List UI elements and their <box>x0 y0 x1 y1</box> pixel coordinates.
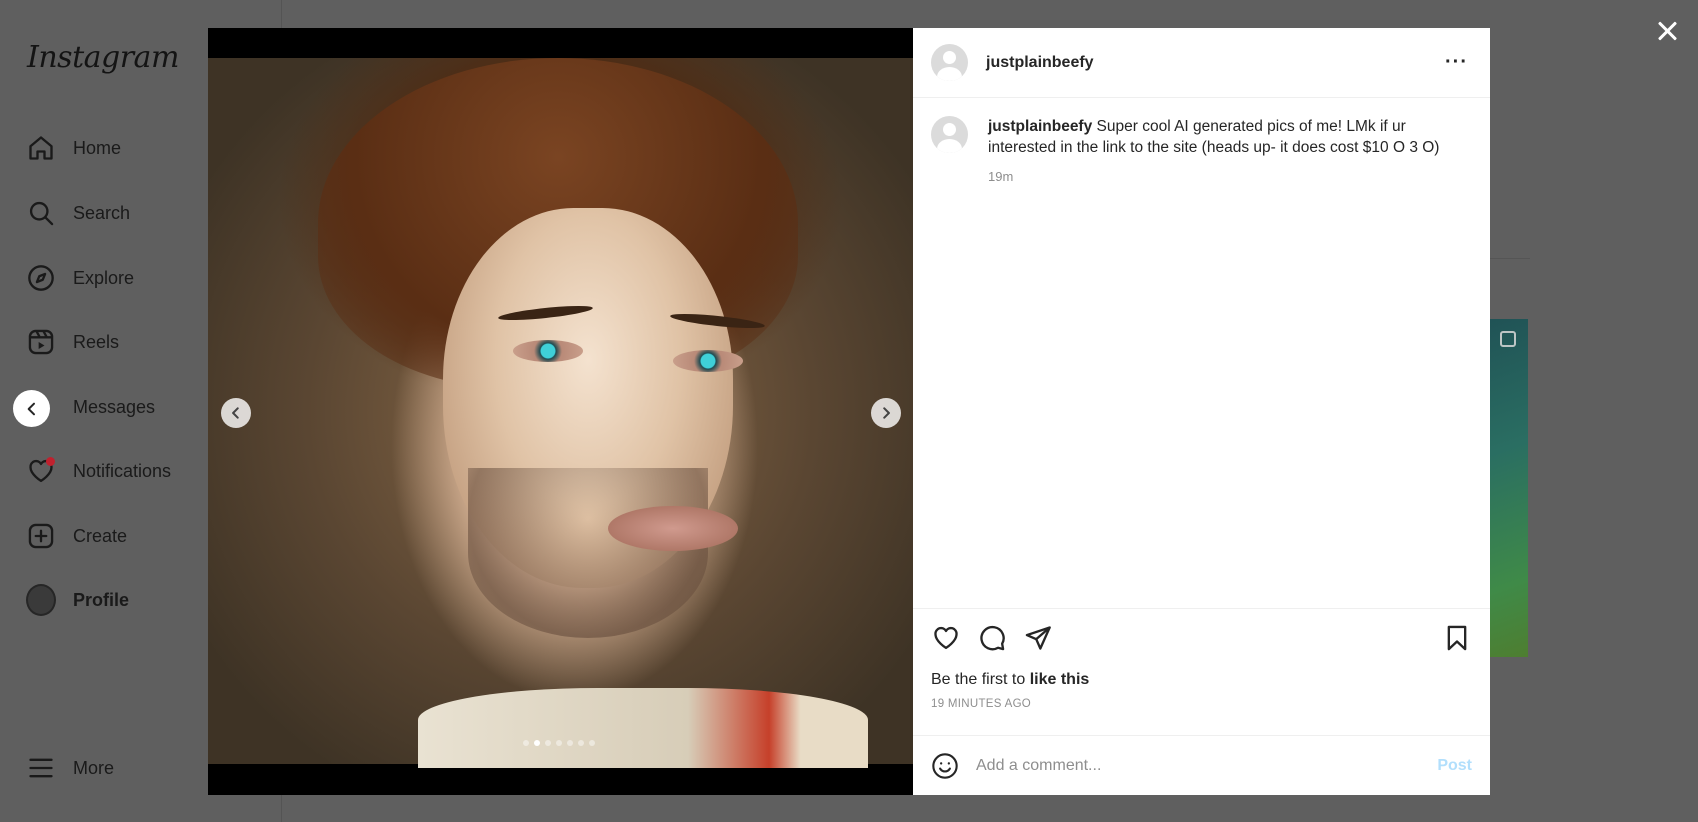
sidebar-item-label: More <box>73 757 115 778</box>
carousel-dot <box>545 740 551 746</box>
sidebar-item-reels[interactable]: Reels <box>26 322 119 362</box>
caption-time: 19m <box>988 169 1014 184</box>
image-eye-left <box>513 340 583 362</box>
caption-body: justplainbeefy Super cool AI generated p… <box>988 116 1458 187</box>
sidebar-item-search[interactable]: Search <box>26 193 130 233</box>
chevron-left-icon <box>27 402 35 415</box>
profile-avatar-wrap <box>26 584 56 616</box>
carousel-dot <box>567 740 573 746</box>
close-icon[interactable] <box>1652 16 1682 46</box>
sidebar-item-label: Create <box>73 525 128 546</box>
reels-icon <box>26 327 56 357</box>
sidebar-item-explore[interactable]: Explore <box>26 258 134 298</box>
sidebar-item-label: Search <box>73 202 131 223</box>
heart-icon <box>934 626 958 650</box>
carousel-dot <box>589 740 595 746</box>
comment-box: Post <box>913 735 1490 795</box>
plus-square-icon <box>26 521 56 551</box>
carousel-stack-icon <box>1500 331 1516 347</box>
carousel-prev-button[interactable] <box>221 398 251 428</box>
post-modal: justplainbeefy ··· justplainbeefy Super … <box>208 28 1490 795</box>
carousel-dot <box>534 740 540 746</box>
carousel-next-button[interactable] <box>871 398 901 428</box>
sidebar-item-label: Reels <box>73 331 120 352</box>
sidebar-item-label: Messages <box>73 396 156 417</box>
more-options-icon[interactable]: ··· <box>1441 47 1472 78</box>
sidebar-item-label: Profile <box>73 589 130 610</box>
post-caption: justplainbeefy Super cool AI generated p… <box>913 98 1490 187</box>
save-button[interactable] <box>1442 623 1472 653</box>
post-timestamp: 19 MINUTES AGO <box>931 698 1032 710</box>
menu-icon <box>26 753 56 783</box>
post-media <box>208 28 913 795</box>
sidebar-item-profile[interactable]: Profile <box>26 580 129 620</box>
likes-summary: Be the first to like this <box>931 671 1472 689</box>
sidebar-item-label: Home <box>73 137 122 158</box>
carousel-dot <box>578 740 584 746</box>
chevron-left-icon <box>232 407 239 419</box>
avatar[interactable] <box>931 44 968 81</box>
notification-dot <box>46 457 55 466</box>
sidebar-item-more[interactable]: More <box>26 748 114 788</box>
likes-prefix: Be the first to <box>931 671 1026 688</box>
post-image <box>208 58 913 768</box>
compass-icon <box>26 263 56 293</box>
home-icon <box>26 133 56 163</box>
sidebar-item-notifications[interactable]: Notifications <box>26 451 171 491</box>
image-beard <box>468 468 708 638</box>
post-username[interactable]: justplainbeefy <box>986 54 1094 72</box>
search-icon <box>26 198 56 228</box>
previous-post-button[interactable] <box>13 390 50 427</box>
post-actions: Be the first to like this 19 MINUTES AGO <box>913 608 1490 710</box>
image-lips <box>608 506 738 551</box>
post-details-panel: justplainbeefy ··· justplainbeefy Super … <box>913 28 1490 795</box>
comment-icon <box>980 625 1005 651</box>
sidebar-item-create[interactable]: Create <box>26 516 127 556</box>
share-icon <box>1025 626 1051 650</box>
sidebar-item-label: Explore <box>73 267 135 288</box>
heart-icon <box>26 456 56 486</box>
like-button[interactable] <box>931 623 961 653</box>
carousel-dot <box>523 740 529 746</box>
bookmark-icon <box>1447 625 1467 651</box>
sidebar-item-label: Notifications <box>73 460 172 481</box>
caption-username[interactable]: justplainbeefy <box>988 118 1092 135</box>
post-comment-button[interactable]: Post <box>1437 757 1472 775</box>
image-shirt <box>418 688 868 768</box>
share-button[interactable] <box>1023 623 1053 653</box>
avatar <box>26 584 56 616</box>
sidebar-item-home[interactable]: Home <box>26 128 121 168</box>
carousel-dot <box>556 740 562 746</box>
carousel-dots <box>523 740 595 746</box>
action-row <box>931 623 1472 653</box>
avatar[interactable] <box>931 116 968 153</box>
comment-input[interactable] <box>976 756 1438 775</box>
comment-button[interactable] <box>977 623 1007 653</box>
emoji-icon[interactable] <box>931 752 959 780</box>
image-eye-right <box>673 350 743 372</box>
instagram-logo[interactable]: Instagram <box>27 40 179 75</box>
chevron-right-icon <box>883 407 890 419</box>
post-header: justplainbeefy ··· <box>913 28 1490 98</box>
like-this-link[interactable]: like this <box>1030 671 1090 688</box>
